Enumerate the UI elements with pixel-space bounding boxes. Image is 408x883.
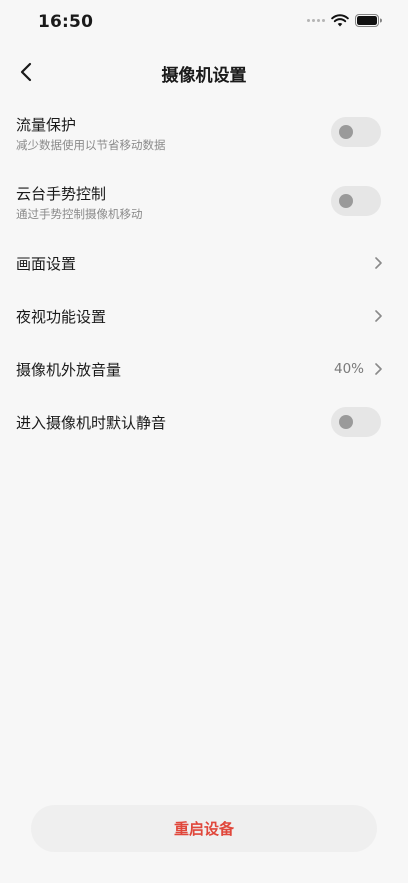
traffic-protection-toggle[interactable] xyxy=(331,117,381,147)
page-title: 摄像机设置 xyxy=(161,66,247,86)
night-vision-row[interactable]: 夜视功能设置 xyxy=(0,293,408,339)
status-icons xyxy=(307,14,382,27)
nav-bar: 摄像机设置 xyxy=(0,50,408,94)
toggle-knob xyxy=(339,125,353,139)
speaker-volume-row[interactable]: 摄像机外放音量 40% xyxy=(0,346,408,392)
status-time: 16:50 xyxy=(38,12,94,32)
status-bar: 16:50 xyxy=(0,0,408,44)
toggle-knob xyxy=(339,415,353,429)
traffic-protection-title: 流量保护 xyxy=(16,116,77,134)
chevron-right-icon xyxy=(375,363,382,375)
wifi-icon xyxy=(331,14,349,27)
ptz-gesture-row[interactable]: 云台手势控制 通过手势控制摄像机移动 xyxy=(0,175,408,230)
restart-device-button[interactable]: 重启设备 xyxy=(31,805,377,852)
image-settings-row[interactable]: 画面设置 xyxy=(0,240,408,286)
signal-dots-icon xyxy=(307,19,325,22)
default-mute-row[interactable]: 进入摄像机时默认静音 xyxy=(0,399,408,445)
default-mute-title: 进入摄像机时默认静音 xyxy=(16,414,167,432)
night-vision-title: 夜视功能设置 xyxy=(16,308,107,326)
ptz-gesture-subtitle: 通过手势控制摄像机移动 xyxy=(16,207,143,221)
chevron-right-icon xyxy=(375,257,382,269)
speaker-volume-title: 摄像机外放音量 xyxy=(16,361,122,379)
default-mute-toggle[interactable] xyxy=(331,407,381,437)
traffic-protection-row[interactable]: 流量保护 减少数据使用以节省移动数据 xyxy=(0,106,408,161)
camera-settings-screen: 16:50 摄像机设置 流量保护 减少数据使用以节省移动数据 云台手势控制 通过… xyxy=(0,0,408,883)
traffic-protection-subtitle: 减少数据使用以节省移动数据 xyxy=(16,138,166,152)
toggle-knob xyxy=(339,194,353,208)
battery-icon xyxy=(355,14,382,27)
ptz-gesture-toggle[interactable] xyxy=(331,186,381,216)
image-settings-title: 画面设置 xyxy=(16,255,77,273)
speaker-volume-value: 40% xyxy=(333,361,364,377)
ptz-gesture-title: 云台手势控制 xyxy=(16,185,107,203)
chevron-right-icon xyxy=(375,310,382,322)
